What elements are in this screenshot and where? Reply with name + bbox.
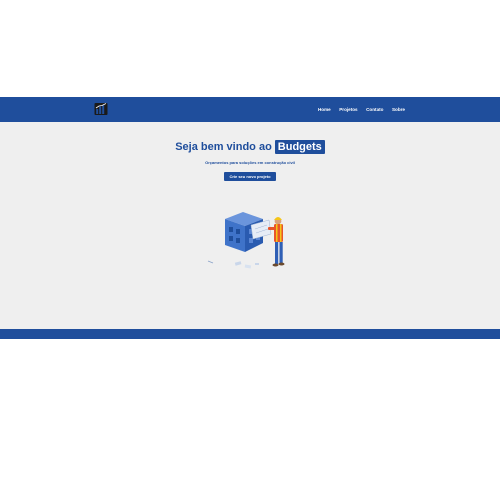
nav-projetos[interactable]: Projetos [339, 107, 357, 112]
navbar: Home Projetos Contato Sobre [0, 97, 500, 122]
hero-subtitle: Orçamentos para soluções em construção c… [205, 160, 295, 165]
nav-home[interactable]: Home [318, 107, 331, 112]
nav-contato[interactable]: Contato [366, 107, 383, 112]
main-nav: Home Projetos Contato Sobre [309, 97, 405, 122]
hero: Seja bem vindo ao Budgets [0, 137, 500, 155]
brand-badge: Budgets [274, 140, 325, 154]
nav-sobre[interactable]: Sobre [392, 107, 405, 112]
construction-illustration [205, 207, 295, 282]
hero-title-prefix: Seja bem vindo ao [175, 141, 272, 153]
hero-title: Seja bem vindo ao Budgets [175, 140, 325, 154]
logo-icon[interactable] [94, 102, 108, 116]
create-project-button[interactable]: Crie seu novo projeto [224, 172, 276, 181]
footer-bar [0, 329, 500, 339]
page: Home Projetos Contato Sobre Seja bem vin… [0, 97, 500, 339]
